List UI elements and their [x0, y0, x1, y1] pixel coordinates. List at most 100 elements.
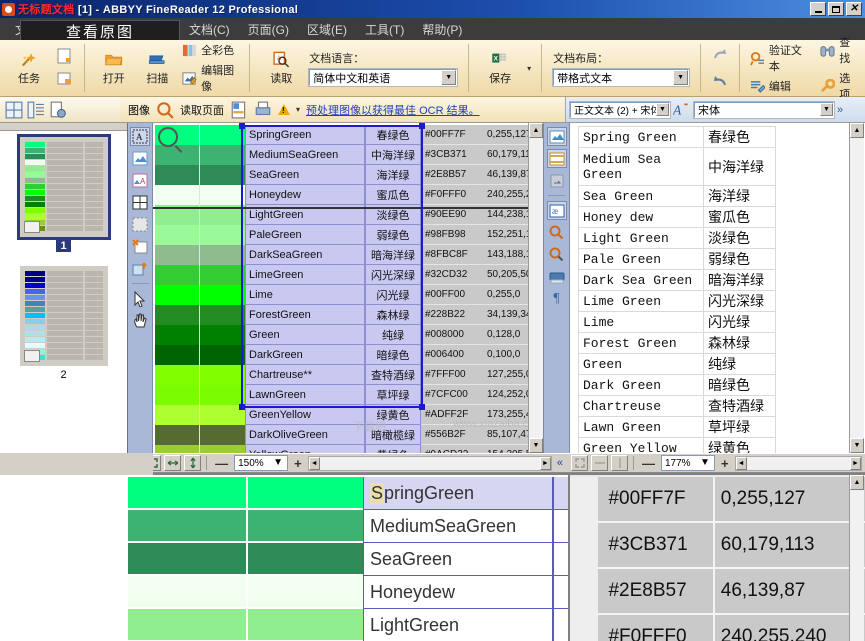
- close-button[interactable]: ✕: [846, 2, 862, 16]
- table-row[interactable]: Sea Green海洋绿: [579, 186, 776, 207]
- ocr-hint-link[interactable]: 预处理图像以获得最佳 OCR 结果。: [306, 102, 480, 118]
- table-row[interactable]: Lime 闪光绿 #00FF00 0,255,0: [155, 285, 543, 305]
- chevron-down-icon[interactable]: ▼: [656, 103, 669, 116]
- text-editor-pane[interactable]: Spring Green春绿色 Medium Sea Green中海洋绿 Sea…: [570, 123, 865, 453]
- table-row[interactable]: Honeydew 蜜瓜色 #F0FFF0 240,255,240: [155, 185, 543, 205]
- scroll-up-button[interactable]: ▲: [850, 475, 864, 490]
- table-area-tool[interactable]: [130, 193, 150, 212]
- view-original-image-overlay[interactable]: 查看原图: [20, 20, 180, 42]
- doclang-combo[interactable]: 简体中文和英语 ▼: [309, 69, 457, 86]
- zoom-in-icon[interactable]: [547, 223, 567, 242]
- analyze-layout-icon[interactable]: [230, 101, 248, 119]
- select-area-tool[interactable]: [130, 215, 150, 234]
- fullcolor-button[interactable]: 全彩色: [182, 42, 239, 58]
- paragraph-mark-icon[interactable]: ¶: [547, 289, 567, 308]
- image-tab-label[interactable]: 图像: [128, 102, 150, 118]
- verify-text-button[interactable]: 验证文本: [750, 42, 806, 74]
- scroll-track[interactable]: [850, 490, 864, 641]
- reorder-area-tool[interactable]: [130, 259, 150, 278]
- chevron-down-icon[interactable]: ▼: [673, 70, 688, 85]
- fit-height-button[interactable]: [184, 455, 201, 471]
- font-format-icon[interactable]: A: [673, 101, 691, 119]
- chevron-down-icon[interactable]: ▼: [273, 457, 286, 470]
- table-row[interactable]: SeaGreen 海洋绿 #2E8B57 46,139,87: [155, 165, 543, 185]
- scroll-track[interactable]: [850, 138, 864, 438]
- table-row[interactable]: Green Yellow绿黄色: [579, 438, 776, 454]
- scroll-track[interactable]: [529, 138, 543, 438]
- editimage-button[interactable]: 编辑图像: [182, 62, 239, 94]
- table-block-icon[interactable]: [547, 149, 567, 168]
- warning-dropdown-arrow-icon[interactable]: ▾: [296, 105, 300, 114]
- menu-item-tools[interactable]: 工具(T): [356, 19, 413, 40]
- maximize-button[interactable]: [828, 2, 844, 16]
- text-pane-scrollbar[interactable]: ▲ ▼: [849, 123, 864, 453]
- text-area-tool[interactable]: A: [130, 127, 150, 146]
- hand-tool[interactable]: [130, 311, 150, 330]
- list-view-icon[interactable]: [27, 101, 45, 119]
- fit-page-button[interactable]: [571, 455, 588, 471]
- undo-icon[interactable]: [711, 72, 729, 90]
- image-area-tool[interactable]: [130, 149, 150, 168]
- horizontal-scroll-track[interactable]: ◄ ►: [735, 456, 862, 471]
- table-row[interactable]: Chartreuse查特酒绿: [579, 396, 776, 417]
- table-row[interactable]: Green纯绿: [579, 354, 776, 375]
- table-row[interactable]: SpringGreen 春绿色 #00FF7F 0,255,127: [155, 125, 543, 145]
- save-button[interactable]: X 保存: [476, 51, 524, 86]
- table-row[interactable]: #00FF7F 0,255,127: [570, 477, 865, 523]
- table-row[interactable]: DarkSeaGreen 暗海洋绿 #8FBC8F 143,188,143: [155, 245, 543, 265]
- toolbar-overflow-button[interactable]: »: [837, 104, 843, 116]
- task-button[interactable]: 任务: [5, 51, 53, 86]
- table-row[interactable]: MediumSeaGreen 中海洋绿: [128, 510, 568, 543]
- text-zoom-combo[interactable]: 177% ▼: [661, 455, 715, 471]
- table-row[interactable]: SeaGreen 海洋绿: [128, 543, 568, 576]
- fit-width-button[interactable]: [591, 455, 608, 471]
- table-row[interactable]: Lawn Green草坪绿: [579, 417, 776, 438]
- scroll-up-button[interactable]: ▲: [529, 123, 543, 138]
- table-row[interactable]: Pale Green弱绿色: [579, 249, 776, 270]
- page-properties-icon[interactable]: [49, 101, 67, 119]
- nonstandard-char-icon[interactable]: æ: [547, 201, 567, 220]
- scroll-left-button[interactable]: ◄: [309, 457, 320, 470]
- zoom-out-icon[interactable]: [547, 245, 567, 264]
- redo-icon[interactable]: [711, 46, 729, 64]
- open-folder-small-icon[interactable]: [56, 70, 74, 88]
- table-row[interactable]: #2E8B57 46,139,87: [570, 569, 865, 615]
- zoom-preview-values-pane[interactable]: #00FF7F 0,255,127 #3CB371 60,179,113 #2E…: [570, 475, 865, 641]
- scroll-right-button[interactable]: ►: [850, 457, 861, 470]
- grid-view-icon[interactable]: [5, 101, 23, 119]
- scroll-down-button[interactable]: ▼: [529, 438, 543, 453]
- table-row[interactable]: Dark Green暗绿色: [579, 375, 776, 396]
- chevron-down-icon[interactable]: ▼: [820, 103, 833, 116]
- print-icon[interactable]: [254, 101, 272, 119]
- table-row[interactable]: Honey dew蜜瓜色: [579, 207, 776, 228]
- table-row[interactable]: Light Green淡绿色: [579, 228, 776, 249]
- font-name-combo[interactable]: 宋体 ▼: [694, 102, 834, 118]
- table-row[interactable]: Lime闪光绿: [579, 312, 776, 333]
- horizontal-scroll-track[interactable]: ◄ ►: [308, 456, 552, 471]
- read-button[interactable]: A 读取: [257, 51, 305, 86]
- table-row[interactable]: ForestGreen 森林绿 #228B22 34,139,34: [155, 305, 543, 325]
- menu-item-document[interactable]: 文档(C): [180, 19, 239, 40]
- menu-item-page[interactable]: 页面(G): [239, 19, 298, 40]
- table-row[interactable]: Spring Green春绿色: [579, 127, 776, 148]
- read-page-label[interactable]: 读取页面: [180, 102, 224, 118]
- table-row[interactable]: LightGreen 淡绿色: [128, 609, 568, 641]
- table-row[interactable]: Forest Green森林绿: [579, 333, 776, 354]
- scroll-left-button[interactable]: ◄: [736, 457, 747, 470]
- table-row[interactable]: DarkGreen 暗绿色 #006400 0,100,0: [155, 345, 543, 365]
- table-row[interactable]: Green 纯绿 #008000 0,128,0: [155, 325, 543, 345]
- chevron-down-icon[interactable]: ▼: [441, 70, 456, 85]
- edit-text-button[interactable]: 编辑: [750, 78, 806, 94]
- table-row[interactable]: LimeGreen 闪光深绿 #32CD32 50,205,50: [155, 265, 543, 285]
- table-row[interactable]: PaleGreen 弱绿色 #98FB98 152,251,152: [155, 225, 543, 245]
- chevron-up-icon[interactable]: «: [555, 457, 565, 469]
- doclayout-combo[interactable]: 带格式文本 ▼: [553, 69, 689, 86]
- table-row[interactable]: Lime Green闪光深绿: [579, 291, 776, 312]
- zoom-out-button[interactable]: —: [639, 456, 658, 471]
- scroll-right-button[interactable]: ►: [540, 457, 551, 470]
- fit-height-button[interactable]: [611, 455, 628, 471]
- merge-cells-icon[interactable]: [547, 171, 567, 190]
- read-page-icon[interactable]: [156, 101, 174, 119]
- image-block-icon[interactable]: [547, 127, 567, 146]
- image-pane-scrollbar[interactable]: ▲ ▼: [528, 123, 543, 453]
